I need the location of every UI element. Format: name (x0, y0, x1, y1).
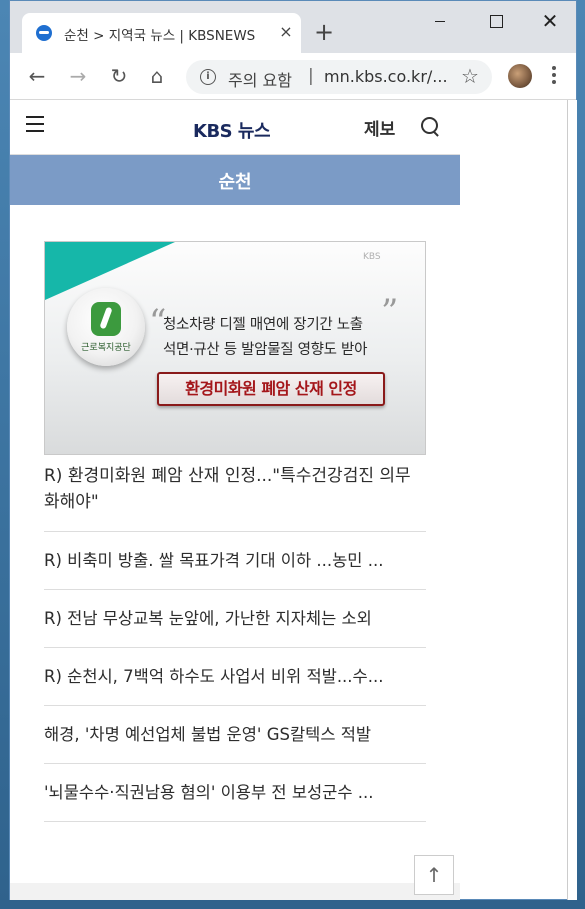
maximize-button[interactable] (473, 7, 517, 35)
profile-avatar[interactable] (508, 64, 532, 88)
background-window-edge (567, 100, 577, 900)
kbs-news-logo[interactable]: KBS 뉴스 (193, 117, 271, 143)
news-list-item[interactable]: R) 전남 무상교복 눈앞에, 가난한 지자체는 소외 (44, 590, 426, 648)
news-list: R) 비축미 방출. 쌀 목표가격 기대 이하 ...농민 ... R) 전남 … (44, 532, 426, 822)
close-quote-mark: ” (381, 292, 399, 332)
address-bar[interactable]: i 주의 요함 | mn.kbs.co.kr/... ☆ (186, 60, 492, 94)
news-content: 근로복지공단 KBS “ ” 청소차량 디젤 매연에 장기간 노출 석면·규산 … (44, 241, 426, 822)
browser-window: 순천 > 지역국 뉴스 | KBSNEWS × + ✕ ← → ↻ ⌂ i 주의… (9, 0, 577, 900)
image-caption-line-1: 청소차량 디젤 매연에 장기간 노출 (163, 317, 363, 333)
forward-arrow-icon[interactable]: → (65, 63, 91, 89)
image-caption-line-2: 석면·규산 등 발암물질 영향도 받아 (163, 342, 368, 358)
new-tab-button[interactable]: + (313, 19, 335, 45)
hamburger-menu-icon[interactable] (26, 116, 44, 132)
reload-icon[interactable]: ↻ (106, 63, 132, 89)
image-watermark: KBS (363, 252, 381, 262)
close-window-button[interactable]: ✕ (528, 7, 572, 35)
region-title-bar: 순천 (10, 154, 460, 205)
news-list-item[interactable]: R) 순천시, 7백억 하수도 사업서 비위 적발...수... (44, 648, 426, 706)
headline-image[interactable]: 근로복지공단 KBS “ ” 청소차량 디젤 매연에 장기간 노출 석면·규산 … (44, 241, 426, 455)
tab-title: 순천 > 지역국 뉴스 | KBSNEWS (64, 28, 256, 44)
home-icon[interactable]: ⌂ (144, 63, 170, 89)
security-warning-text[interactable]: 주의 요함 (228, 67, 292, 91)
minimize-button[interactable] (418, 7, 462, 35)
tab-close-icon[interactable]: × (277, 22, 295, 42)
url-text[interactable]: mn.kbs.co.kr/... (324, 67, 464, 86)
image-banner: 환경미화원 폐암 산재 인정 (157, 372, 385, 406)
report-link[interactable]: 제보 (364, 115, 395, 140)
omnibox-separator: | (308, 66, 314, 86)
kbs-favicon-icon (36, 25, 52, 41)
browser-toolbar: ← → ↻ ⌂ i 주의 요함 | mn.kbs.co.kr/... ☆ (10, 53, 576, 100)
search-icon[interactable] (421, 117, 441, 137)
back-arrow-icon[interactable]: ← (24, 63, 50, 89)
news-list-item[interactable]: '뇌물수수·직권남용 혐의' 이용부 전 보성군수 ... (44, 764, 426, 822)
main-headline-link[interactable]: R) 환경미화원 폐암 산재 인정..."특수건강검진 의무화해야" (44, 463, 426, 532)
region-title: 순천 (218, 172, 252, 193)
organization-logo-icon (91, 302, 121, 336)
page-viewport: KBS 뉴스 제보 순천 근로복지공단 KBS “ ” 청소차량 디젤 매연에 … (10, 100, 460, 900)
browser-tab[interactable]: 순천 > 지역국 뉴스 | KBSNEWS × (22, 13, 301, 53)
organization-badge: 근로복지공단 (67, 288, 145, 366)
title-bar: 순천 > 지역국 뉴스 | KBSNEWS × + ✕ (10, 1, 576, 53)
scroll-to-top-button[interactable]: ↑ (414, 855, 454, 895)
menu-kebab-icon[interactable] (544, 63, 564, 89)
site-header: KBS 뉴스 제보 (10, 100, 460, 154)
page-footer-strip (10, 883, 460, 900)
news-list-item[interactable]: 해경, '차명 예선업체 불법 운영' GS칼텍스 적발 (44, 706, 426, 764)
bookmark-star-icon[interactable]: ☆ (458, 64, 482, 88)
info-icon[interactable]: i (200, 69, 216, 85)
news-list-item[interactable]: R) 비축미 방출. 쌀 목표가격 기대 이하 ...농민 ... (44, 532, 426, 590)
organization-name: 근로복지공단 (81, 343, 131, 353)
